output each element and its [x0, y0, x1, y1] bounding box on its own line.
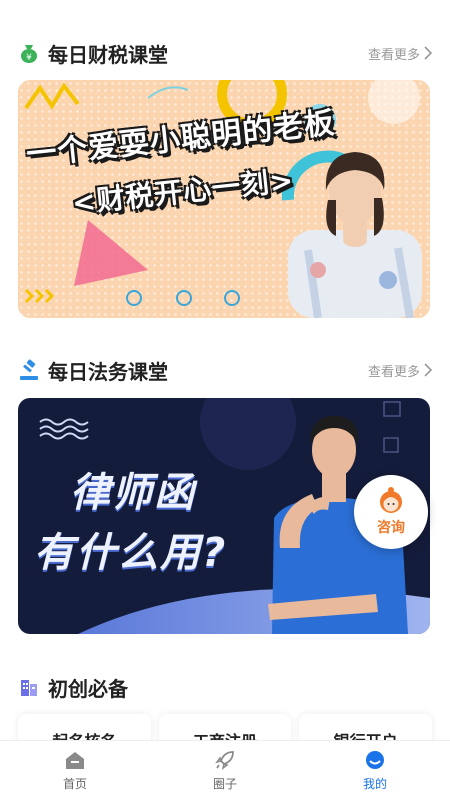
tab-mine[interactable]: 我的: [300, 741, 450, 800]
view-more-legal-link[interactable]: 查看更多: [368, 361, 432, 380]
section-title-startup: 初创必备: [48, 676, 128, 701]
money-bag-icon: ¥: [18, 42, 40, 64]
tab-mine-label: 我的: [362, 777, 387, 791]
section-header-legal: 每日法务课堂 查看更多: [18, 355, 432, 385]
view-more-label: 查看更多: [367, 47, 420, 63]
presenter-woman: [288, 152, 422, 318]
tab-home[interactable]: 首页: [0, 741, 150, 800]
section-title-legal: 每日法务课堂: [48, 359, 168, 384]
bottom-tab-bar: 首页 圈子 我的: [0, 740, 450, 800]
consult-button[interactable]: 咨询: [354, 475, 428, 549]
view-more-label: 查看更多: [367, 364, 420, 380]
section-title-tax: 每日财税课堂: [48, 42, 168, 67]
banner-title-line1: 律师函: [70, 470, 196, 516]
tab-home-label: 首页: [62, 777, 87, 791]
tab-circle[interactable]: 圈子: [150, 741, 300, 800]
banner-title-line2: 有什么用?: [34, 530, 228, 576]
view-more-tax-link[interactable]: 查看更多: [368, 44, 432, 63]
consult-label: 咨询: [377, 520, 405, 536]
tax-course-banner[interactable]: 一个爱耍小聪明的老板 <财税开心一刻>: [18, 80, 430, 318]
profile-icon: [366, 751, 384, 769]
tab-circle-label: 圈子: [212, 777, 237, 791]
gavel-icon: [18, 359, 40, 381]
chevron-right-icon: [424, 46, 432, 60]
building-icon: [18, 676, 40, 698]
home-icon: [66, 752, 84, 769]
svg-text:¥: ¥: [26, 53, 32, 63]
section-header-startup: 初创必备: [18, 672, 432, 702]
advisor-avatar-icon: [380, 487, 402, 513]
chevron-right-icon: [424, 363, 432, 377]
rocket-icon: [215, 751, 234, 770]
section-header-tax: ¥ 每日财税课堂 查看更多: [18, 38, 432, 68]
